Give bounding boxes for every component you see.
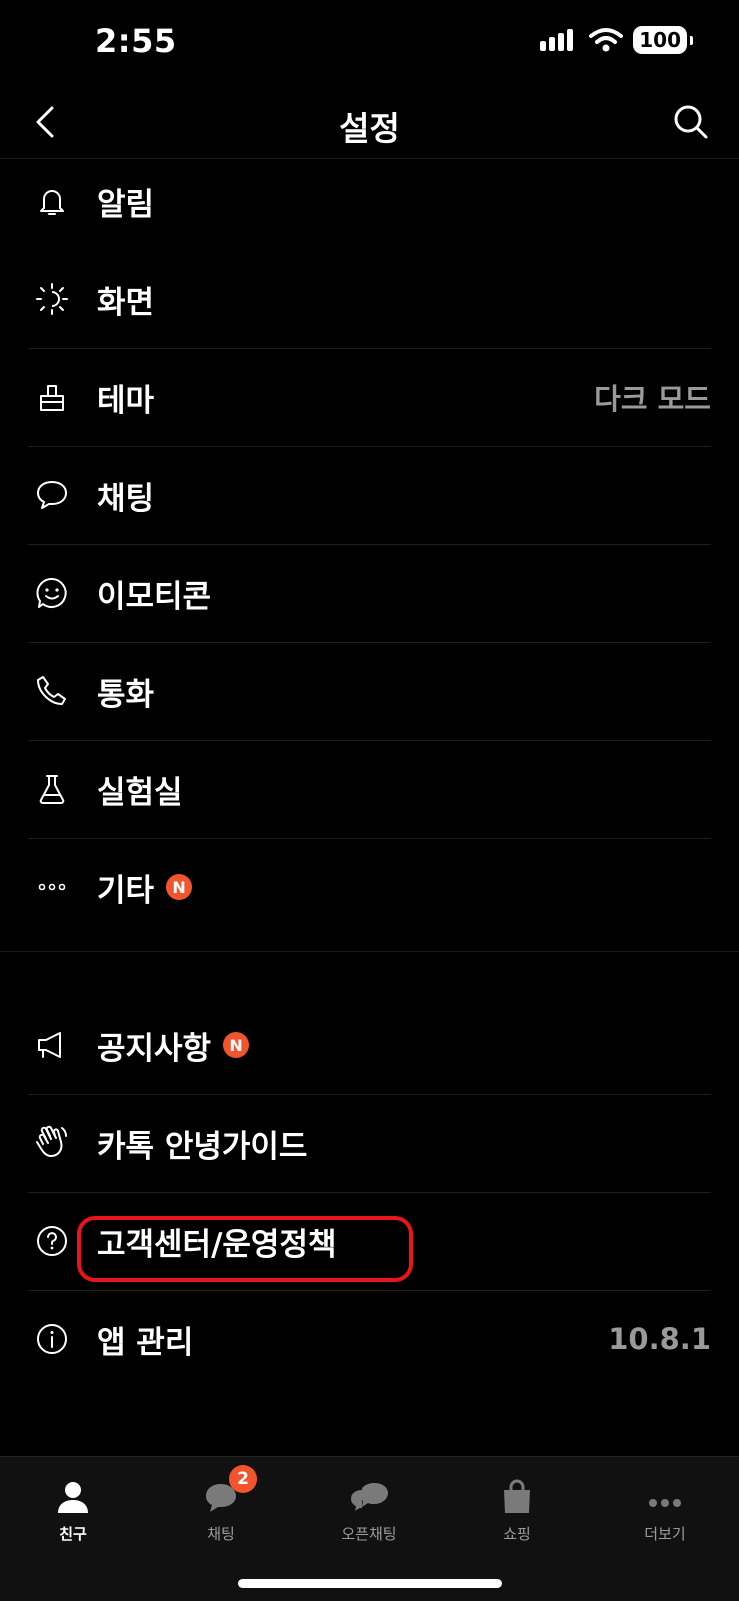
menu-item-label: 이모티콘 (97, 578, 212, 615)
megaphone-icon (32, 1025, 72, 1065)
section-divider (0, 936, 739, 996)
home-indicator (238, 1579, 502, 1588)
app-version: 10.8.1 (608, 1322, 711, 1356)
page-title: 설정 (339, 109, 400, 148)
battery-indicator: 100 (633, 26, 693, 54)
settings-menu: 알림 화면 테마 다크 모드 채팅 이모티콘 통화 실험실 기타 N 공지사항 … (0, 152, 739, 1388)
tab-label: 쇼핑 (503, 1525, 531, 1543)
menu-item-label: 카톡 안녕가이드 (97, 1128, 308, 1165)
tab-label: 친구 (59, 1525, 87, 1543)
tab-open-chat[interactable]: 오픈채팅 (309, 1471, 429, 1544)
menu-item-guide[interactable]: 카톡 안녕가이드 (0, 1094, 739, 1192)
menu-item-notice[interactable]: 공지사항 N (0, 996, 739, 1094)
wifi-icon (589, 28, 624, 52)
unread-badge: 2 (229, 1465, 257, 1493)
flask-icon (32, 769, 72, 809)
chat-bubble-icon (32, 475, 72, 515)
header: 설정 (0, 88, 739, 159)
tab-chat[interactable]: 2 채팅 (161, 1465, 281, 1544)
tab-friends[interactable]: 친구 (13, 1471, 133, 1544)
menu-item-label: 공지사항 (97, 1030, 212, 1067)
menu-item-label: 채팅 (97, 480, 155, 517)
waving-hand-icon (32, 1123, 72, 1163)
search-button[interactable] (671, 102, 711, 142)
menu-item-app-management[interactable]: 앱 관리 10.8.1 (0, 1290, 739, 1388)
menu-item-label: 실험실 (97, 774, 183, 811)
more-tab-icon (649, 1499, 681, 1507)
menu-item-etc[interactable]: 기타 N (0, 838, 739, 936)
new-badge: N (166, 874, 193, 900)
brightness-icon (32, 279, 72, 319)
info-circle-icon (32, 1319, 72, 1359)
tab-label: 채팅 (207, 1525, 235, 1543)
menu-item-display[interactable]: 화면 (0, 250, 739, 348)
tab-more[interactable]: 더보기 (605, 1471, 725, 1544)
menu-item-notifications[interactable]: 알림 (0, 152, 739, 250)
menu-item-lab[interactable]: 실험실 (0, 740, 739, 838)
menu-item-label: 기타 (97, 872, 155, 909)
tab-label: 오픈채팅 (341, 1525, 397, 1543)
menu-item-label: 알림 (97, 186, 155, 223)
tab-shopping[interactable]: 쇼핑 (457, 1471, 577, 1544)
menu-item-label: 테마 (97, 382, 155, 419)
open-chat-icon (348, 1483, 388, 1515)
question-circle-icon (32, 1221, 72, 1261)
tab-label: 더보기 (644, 1525, 686, 1543)
signal-icon (540, 29, 574, 51)
theme-value: 다크 모드 (594, 382, 711, 416)
status-icons: 100 (539, 26, 693, 54)
menu-item-label: 고객센터/운영정책 (97, 1226, 337, 1263)
more-dots-icon (32, 867, 72, 907)
shopping-bag-icon (504, 1479, 530, 1513)
menu-item-call[interactable]: 통화 (0, 642, 739, 740)
menu-item-emoticon[interactable]: 이모티콘 (0, 544, 739, 642)
search-icon (674, 105, 708, 139)
status-time: 2:55 (95, 22, 177, 60)
bell-icon (32, 181, 72, 221)
menu-item-label: 화면 (97, 284, 155, 321)
menu-item-customer-center[interactable]: 고객센터/운영정책 (0, 1192, 739, 1290)
new-badge: N (223, 1032, 250, 1058)
bottom-tab-bar: 친구 2 채팅 오픈채팅 쇼핑 더보기 (0, 1456, 739, 1601)
menu-item-label: 앱 관리 (97, 1324, 194, 1361)
brush-icon (32, 377, 72, 417)
phone-icon (32, 671, 72, 711)
menu-item-chat[interactable]: 채팅 (0, 446, 739, 544)
person-icon (58, 1482, 88, 1513)
status-bar: 2:55 100 (0, 0, 739, 88)
menu-item-theme[interactable]: 테마 다크 모드 (0, 348, 739, 446)
emoticon-icon (32, 573, 72, 613)
menu-item-label: 통화 (97, 676, 155, 713)
